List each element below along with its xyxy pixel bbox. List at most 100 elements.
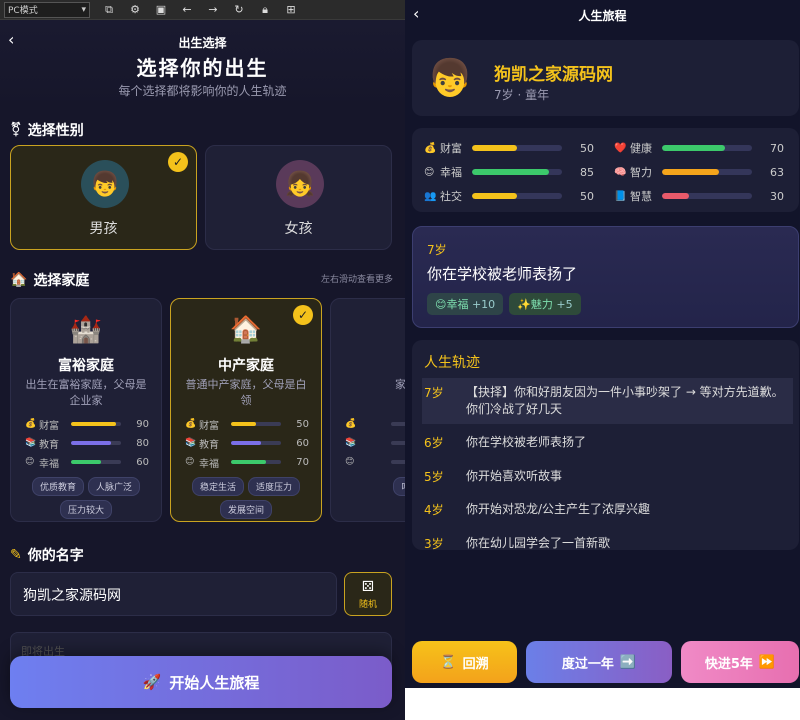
- family-stat: 💰 0: [345, 417, 405, 431]
- stat-fill: [662, 145, 725, 151]
- birth-header: ‹ 出生选择 选择你的出生 每个选择都将影响你的人生轨迹: [0, 20, 405, 110]
- arrow-right-icon[interactable]: →: [206, 3, 220, 16]
- fast-forward-label: 快进5年: [704, 656, 753, 672]
- trajectory-card: 人生轨迹 7岁 【抉择】你和好朋友因为一件小事吵架了 → 等对方先道歉。你们冷战了…: [412, 340, 799, 550]
- rewind-button[interactable]: ⏳ 回溯: [412, 641, 517, 683]
- stat-bar: [391, 441, 405, 445]
- stat-bar: [71, 441, 121, 445]
- stat-value: 30: [770, 189, 784, 203]
- journey-panel: ‹ 人生旅程 👦 狗凯之家源码网 7岁 · 童年 💰 财富 50 ❤️ 健康 70…: [405, 0, 800, 720]
- stat-bar: [472, 169, 562, 175]
- player-age: 7岁 · 童年: [494, 88, 550, 102]
- stat-fill: [71, 441, 111, 445]
- family-name: 富裕家庭: [58, 358, 114, 374]
- stat-bar: [472, 193, 562, 199]
- trajectory-text: 【抉择】你和好朋友因为一件小事吵架了 → 等对方先道歉。你们冷战了好几天: [466, 385, 784, 416]
- rocket-icon: 🚀: [142, 673, 162, 691]
- family-desc: 普通中产家庭，父母是白领: [185, 378, 307, 407]
- external-link-icon[interactable]: ⧉: [102, 3, 116, 17]
- next-year-button[interactable]: 度过一年 ➡️: [526, 641, 672, 683]
- family-stat: 😊 幸福 60: [25, 455, 149, 470]
- stat-name: 幸福: [440, 166, 462, 179]
- stat-fill: [71, 422, 116, 426]
- stat-value: 60: [136, 456, 149, 468]
- stat-fill: [472, 169, 549, 175]
- rewind-label: 回溯: [462, 656, 489, 672]
- stat-icon: 😊: [25, 457, 35, 467]
- stat-value: 50: [580, 189, 594, 203]
- gender-card-boy[interactable]: 👦 男孩 ✓: [10, 145, 197, 250]
- stat-icon: 👥: [424, 190, 437, 202]
- random-name-button[interactable]: ⚄ 随机: [344, 572, 392, 616]
- stat-icon: 💰: [25, 419, 37, 429]
- arrow-left-icon[interactable]: ←: [180, 3, 194, 16]
- stat-bar: [662, 169, 752, 175]
- family-stat: 😊 幸福 70: [185, 455, 309, 470]
- start-journey-button[interactable]: 🚀 开始人生旅程: [10, 656, 392, 708]
- family-stat: 📚 教育 60: [185, 436, 309, 451]
- stat-fill: [662, 169, 719, 175]
- stat-bar: [391, 460, 405, 464]
- stat-bar: [391, 422, 405, 426]
- stat-icon: ❤️: [614, 142, 627, 154]
- refresh-icon[interactable]: ↻: [232, 3, 246, 16]
- effect-badge: ✨魅力 +5: [509, 293, 581, 315]
- name-input[interactable]: 狗凯之家源码网: [10, 572, 337, 616]
- family-card[interactable]: 家境 💰 0 📚 0 😊 0 吃: [330, 298, 405, 522]
- family-tag: 吃: [393, 477, 405, 496]
- trajectory-row: 4岁 你开始对恐龙/公主产生了浓厚兴趣: [422, 495, 793, 525]
- family-tag: 稳定生活: [191, 477, 244, 496]
- gender-card-girl[interactable]: 👧 女孩: [205, 145, 392, 250]
- blank-footer: [405, 688, 800, 720]
- stat-value: 60: [296, 437, 309, 449]
- boy-avatar-icon: 👦: [427, 58, 473, 99]
- stat-name: 幸福: [199, 458, 219, 470]
- family-name: 中产家庭: [218, 358, 274, 374]
- family-card[interactable]: 🏠 中产家庭 普通中产家庭，父母是白领 💰 财富 50 📚 教育 60 😊 幸福 7…: [170, 298, 322, 522]
- stat-bar: [71, 422, 121, 426]
- trajectory-age: 7岁: [424, 386, 444, 400]
- browser-toolbar: PC模式 ▾ ⧉ ⚙ ▣ ← → ↻ 🔒︎ ⊞: [0, 0, 405, 20]
- stat-bar: [472, 145, 562, 151]
- journey-stat: 👥 社交 50: [424, 188, 594, 204]
- girl-avatar: 👧: [276, 160, 324, 208]
- header-subtitle: 出生选择: [178, 36, 227, 50]
- current-event-card: 7岁 你在学校被老师表扬了 😊幸福 +10 ✨魅力 +5: [412, 226, 799, 328]
- random-label: 随机: [358, 599, 377, 610]
- gender-icon: ⚧: [10, 122, 22, 138]
- mode-select-label: PC模式: [8, 6, 38, 16]
- fast-forward-button[interactable]: 快进5年 ⏩: [681, 641, 799, 683]
- qrcode-icon[interactable]: ⊞: [284, 3, 298, 16]
- family-tags: 稳定生活 适度压力 发展空间: [177, 477, 315, 519]
- terminal-icon[interactable]: ▣: [154, 3, 168, 16]
- family-card[interactable]: 🏰 富裕家庭 出生在富裕家庭，父母是企业家 💰 财富 90 📚 教育 80 😊 幸福…: [10, 298, 162, 522]
- mode-select[interactable]: PC模式 ▾: [4, 1, 90, 18]
- gender-section-title: ⚧ 选择性别: [10, 120, 84, 140]
- stat-value: 90: [136, 418, 149, 430]
- stat-name: 健康: [630, 142, 652, 155]
- event-text: 你在学校被老师表扬了: [427, 265, 578, 283]
- stat-name: 财富: [440, 142, 462, 155]
- page-description: 每个选择都将影响你的人生轨迹: [118, 84, 287, 98]
- journey-header: ‹ 人生旅程: [405, 0, 800, 30]
- effect-delta: +5: [556, 298, 573, 311]
- effect-delta: +10: [471, 298, 496, 311]
- stat-name: 智慧: [630, 190, 652, 203]
- stat-name: 财富: [39, 420, 59, 432]
- journey-stat: 🧠 智力 63: [614, 164, 784, 180]
- stat-fill: [231, 441, 261, 445]
- stat-value: 70: [296, 456, 309, 468]
- effect-badge: 😊幸福 +10: [427, 293, 504, 315]
- stat-bar: [662, 145, 752, 151]
- trajectory-row: 5岁 你开始喜欢听故事: [422, 462, 793, 492]
- gender-title-text: 选择性别: [27, 123, 84, 139]
- family-icon: 🏰: [69, 315, 103, 345]
- family-tags: 优质教育 人脉广泛 压力较大: [17, 477, 155, 519]
- hourglass-icon: ⏳: [440, 654, 457, 670]
- gear-icon[interactable]: ⚙: [128, 3, 142, 16]
- stat-icon: 📚: [25, 438, 37, 448]
- stat-name: 社交: [440, 190, 462, 203]
- stat-bar: [71, 460, 121, 464]
- lock-icon[interactable]: 🔒︎: [258, 3, 272, 17]
- family-tag: 人脉广泛: [88, 477, 141, 496]
